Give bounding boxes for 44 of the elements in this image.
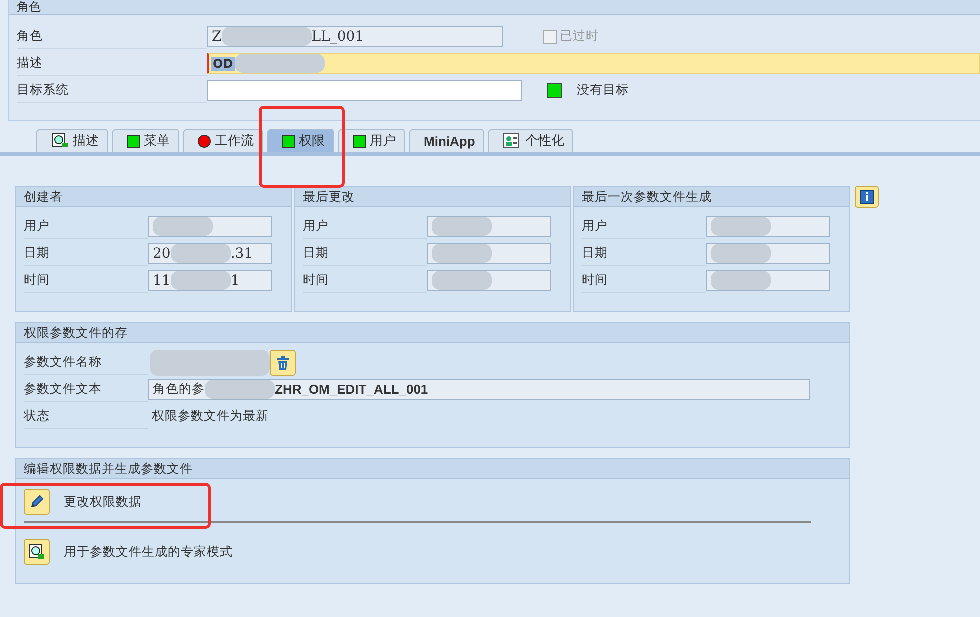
group-title: 最后一次参数文件生成 [574, 187, 849, 207]
group-title: 权限参数文件的存 [16, 323, 849, 343]
redaction-block [432, 217, 492, 236]
action-label[interactable]: 用于参数文件生成的专家模式 [64, 544, 233, 560]
redaction-block [205, 380, 275, 399]
action-label[interactable]: 更改权限数据 [64, 494, 142, 510]
tab[interactable]: 菜单 [112, 129, 179, 152]
person-card-icon [503, 133, 522, 149]
tab[interactable]: 工作流 [183, 129, 263, 152]
redaction-block [170, 244, 231, 263]
tab[interactable]: 描述 [36, 129, 108, 152]
redaction-block [170, 271, 231, 290]
tab[interactable]: 个性化 [488, 129, 574, 152]
group-title: 编辑权限数据并生成参数文件 [16, 459, 849, 479]
status-text: 没有目标 [577, 82, 629, 99]
pencil-icon[interactable] [24, 489, 50, 515]
role-field[interactable]: Z LL_001 [207, 26, 503, 47]
group-title: 创建者 [16, 187, 291, 207]
redaction-block [711, 244, 771, 263]
redaction-block [432, 271, 492, 290]
field-label: 目标系统 [17, 78, 207, 103]
tab[interactable]: 用户 [338, 129, 405, 152]
output-field: 11 1 [148, 270, 272, 291]
delete-icon[interactable] [270, 350, 296, 376]
output-field: 20 .31 [148, 243, 272, 264]
redaction-block [153, 217, 213, 236]
tab[interactable]: MiniApp [409, 129, 484, 152]
magnifier-icon [51, 133, 69, 149]
field-label: 参数文件名称 [24, 350, 148, 375]
field-label: 状态 [24, 404, 148, 429]
info-icon[interactable] [855, 186, 879, 208]
description-field[interactable]: OD [207, 53, 980, 74]
field-label: 角色 [17, 24, 207, 49]
section-title: 角色 [9, 0, 980, 15]
group-title: 最后更改 [295, 187, 570, 207]
target-system-field[interactable] [207, 80, 522, 101]
redaction-block [711, 217, 771, 236]
checkbox-label: 已过时 [560, 28, 599, 45]
redaction-block [711, 271, 771, 290]
status-value: 权限参数文件为最新 [151, 408, 269, 425]
magnifier-icon[interactable] [24, 539, 50, 565]
redaction-block [432, 244, 492, 263]
field-label: 描述 [17, 51, 207, 76]
tab[interactable]: 权限 [267, 129, 334, 152]
